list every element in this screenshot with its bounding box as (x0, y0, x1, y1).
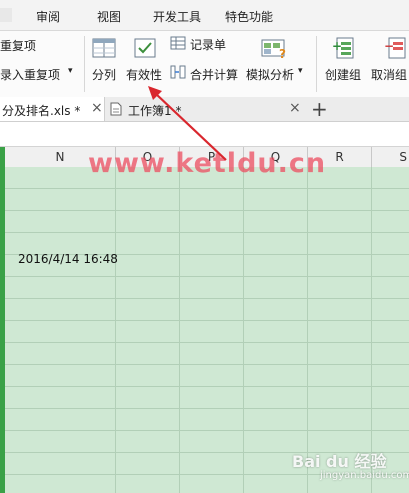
ribbon-separator-2 (316, 36, 317, 92)
split-columns-icon[interactable] (92, 37, 116, 59)
selection-indicator (0, 147, 5, 493)
tab-scores-ranking[interactable]: 分及排名.xls * × (0, 97, 105, 121)
consolidate-icon[interactable] (170, 64, 186, 80)
reject-duplicates-dropdown-icon[interactable]: ▾ (68, 66, 73, 76)
grid-line (243, 167, 244, 493)
create-group-button[interactable]: 创建组 (325, 66, 361, 83)
ungroup-button[interactable]: 取消组 (371, 66, 407, 83)
create-group-icon[interactable]: + (333, 36, 357, 60)
svg-text:−: − (385, 39, 394, 53)
baidu-logo: Bai du 经验 (292, 452, 387, 471)
menu-partial[interactable] (0, 8, 12, 22)
baidu-url: jingyan.baidu.com (320, 470, 409, 481)
grid-line (307, 167, 308, 493)
what-if-analysis-button[interactable]: 模拟分析 (246, 66, 294, 83)
what-if-analysis-icon[interactable]: ? (260, 36, 288, 60)
highlight-duplicates-button[interactable]: 重复项 (0, 37, 36, 54)
document-icon (110, 102, 122, 116)
ribbon-separator (84, 36, 85, 92)
close-icon[interactable]: × (91, 100, 103, 116)
tab-label: 分及排名.xls * (2, 104, 81, 118)
record-form-icon[interactable] (170, 36, 186, 50)
split-columns-button[interactable]: 分列 (92, 66, 116, 83)
grid-line (179, 167, 180, 493)
column-header-s[interactable]: S (372, 147, 409, 167)
menu-bar: 审阅 视图 开发工具 特色功能 (0, 0, 409, 31)
menu-view[interactable]: 视图 (97, 8, 121, 25)
new-tab-button[interactable]: + (311, 97, 328, 121)
svg-text:?: ? (279, 47, 286, 60)
what-if-dropdown-icon[interactable]: ▾ (298, 66, 303, 76)
sheet-grid[interactable] (0, 167, 409, 493)
menu-developer[interactable]: 开发工具 (153, 8, 201, 25)
record-form-button[interactable]: 记录单 (190, 36, 226, 53)
data-validity-icon[interactable] (133, 37, 157, 59)
menu-review[interactable]: 审阅 (36, 8, 60, 25)
grid-line (371, 167, 372, 493)
ungroup-icon[interactable]: − (385, 36, 409, 60)
svg-text:+: + (333, 39, 342, 53)
annotation-arrow-icon (148, 86, 227, 161)
menu-special-features[interactable]: 特色功能 (225, 8, 273, 25)
cell-n-datetime[interactable]: 2016/4/14 16:48 (18, 252, 118, 266)
grid-line (115, 167, 116, 493)
reject-duplicates-button[interactable]: 录入重复项 (0, 66, 60, 83)
close-icon[interactable]: × (289, 100, 301, 116)
